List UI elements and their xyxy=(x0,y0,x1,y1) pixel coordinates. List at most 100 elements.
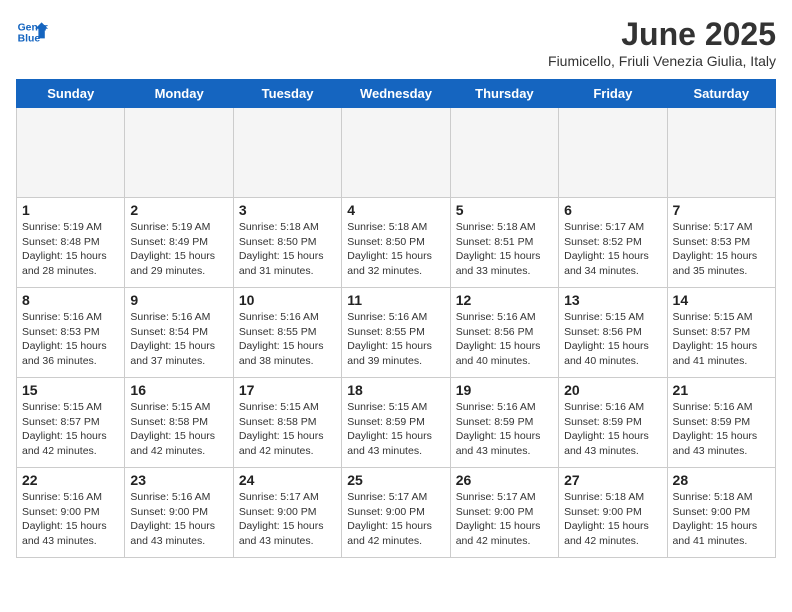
day-number: 19 xyxy=(456,382,553,398)
day-info: Sunrise: 5:17 AMSunset: 8:52 PMDaylight:… xyxy=(564,220,661,279)
day-info: Sunrise: 5:16 AMSunset: 8:56 PMDaylight:… xyxy=(456,310,553,369)
day-number: 23 xyxy=(130,472,227,488)
day-number: 7 xyxy=(673,202,770,218)
day-info: Sunrise: 5:16 AMSunset: 8:59 PMDaylight:… xyxy=(456,400,553,459)
col-wednesday: Wednesday xyxy=(342,80,450,108)
table-cell: 27 Sunrise: 5:18 AMSunset: 9:00 PMDayligh… xyxy=(559,468,667,558)
table-cell: 7 Sunrise: 5:17 AMSunset: 8:53 PMDaylight… xyxy=(667,198,775,288)
table-cell: 1 Sunrise: 5:19 AMSunset: 8:48 PMDaylight… xyxy=(17,198,125,288)
day-info: Sunrise: 5:18 AMSunset: 8:51 PMDaylight:… xyxy=(456,220,553,279)
logo-icon: General Blue xyxy=(16,16,48,48)
table-cell xyxy=(125,108,233,198)
day-info: Sunrise: 5:19 AMSunset: 8:49 PMDaylight:… xyxy=(130,220,227,279)
table-cell: 6 Sunrise: 5:17 AMSunset: 8:52 PMDaylight… xyxy=(559,198,667,288)
table-cell: 21Sunrise: 5:16 AMSunset: 8:59 PMDayligh… xyxy=(667,378,775,468)
day-number: 15 xyxy=(22,382,119,398)
table-cell: 17 Sunrise: 5:15 AMSunset: 8:58 PMDayligh… xyxy=(233,378,341,468)
calendar-header-row: Sunday Monday Tuesday Wednesday Thursday… xyxy=(17,80,776,108)
col-thursday: Thursday xyxy=(450,80,558,108)
day-number: 12 xyxy=(456,292,553,308)
table-cell: 26Sunrise: 5:17 AMSunset: 9:00 PMDayligh… xyxy=(450,468,558,558)
table-cell: 11Sunrise: 5:16 AMSunset: 8:55 PMDayligh… xyxy=(342,288,450,378)
table-cell xyxy=(233,108,341,198)
day-info: Sunrise: 5:17 AMSunset: 9:00 PMDaylight:… xyxy=(239,490,336,549)
day-info: Sunrise: 5:16 AMSunset: 8:55 PMDaylight:… xyxy=(239,310,336,369)
week-row-4: 15 Sunrise: 5:15 AMSunset: 8:57 PMDayligh… xyxy=(17,378,776,468)
table-cell: 14 Sunrise: 5:15 AMSunset: 8:57 PMDayligh… xyxy=(667,288,775,378)
day-number: 20 xyxy=(564,382,661,398)
day-info: Sunrise: 5:15 AMSunset: 8:57 PMDaylight:… xyxy=(673,310,770,369)
table-cell: 20 Sunrise: 5:16 AMSunset: 8:59 PMDayligh… xyxy=(559,378,667,468)
logo: General Blue xyxy=(16,16,48,48)
table-cell xyxy=(17,108,125,198)
day-info: Sunrise: 5:15 AMSunset: 8:56 PMDaylight:… xyxy=(564,310,661,369)
day-info: Sunrise: 5:16 AMSunset: 8:59 PMDaylight:… xyxy=(564,400,661,459)
day-info: Sunrise: 5:17 AMSunset: 8:53 PMDaylight:… xyxy=(673,220,770,279)
table-cell: 23 Sunrise: 5:16 AMSunset: 9:00 PMDayligh… xyxy=(125,468,233,558)
day-number: 24 xyxy=(239,472,336,488)
calendar: Sunday Monday Tuesday Wednesday Thursday… xyxy=(16,79,776,558)
col-monday: Monday xyxy=(125,80,233,108)
week-row-5: 22 Sunrise: 5:16 AMSunset: 9:00 PMDayligh… xyxy=(17,468,776,558)
table-cell xyxy=(559,108,667,198)
day-number: 13 xyxy=(564,292,661,308)
day-number: 11 xyxy=(347,292,444,308)
col-saturday: Saturday xyxy=(667,80,775,108)
table-cell: 13 Sunrise: 5:15 AMSunset: 8:56 PMDayligh… xyxy=(559,288,667,378)
day-number: 27 xyxy=(564,472,661,488)
table-cell: 22Sunrise: 5:16 AMSunset: 9:00 PMDayligh… xyxy=(17,468,125,558)
day-number: 17 xyxy=(239,382,336,398)
day-number: 2 xyxy=(130,202,227,218)
day-info: Sunrise: 5:17 AMSunset: 9:00 PMDaylight:… xyxy=(347,490,444,549)
location: Fiumicello, Friuli Venezia Giulia, Italy xyxy=(548,53,776,69)
day-number: 16 xyxy=(130,382,227,398)
table-cell: 12 Sunrise: 5:16 AMSunset: 8:56 PMDayligh… xyxy=(450,288,558,378)
table-cell: 15 Sunrise: 5:15 AMSunset: 8:57 PMDayligh… xyxy=(17,378,125,468)
week-row-2: 1 Sunrise: 5:19 AMSunset: 8:48 PMDaylight… xyxy=(17,198,776,288)
day-number: 3 xyxy=(239,202,336,218)
day-number: 10 xyxy=(239,292,336,308)
day-number: 5 xyxy=(456,202,553,218)
day-number: 8 xyxy=(22,292,119,308)
day-number: 6 xyxy=(564,202,661,218)
col-tuesday: Tuesday xyxy=(233,80,341,108)
day-info: Sunrise: 5:19 AMSunset: 8:48 PMDaylight:… xyxy=(22,220,119,279)
table-cell: 9 Sunrise: 5:16 AMSunset: 8:54 PMDaylight… xyxy=(125,288,233,378)
page-header: General Blue June 2025 Fiumicello, Friul… xyxy=(16,16,776,69)
day-number: 25 xyxy=(347,472,444,488)
day-number: 22 xyxy=(22,472,119,488)
col-friday: Friday xyxy=(559,80,667,108)
table-cell: 8Sunrise: 5:16 AMSunset: 8:53 PMDaylight… xyxy=(17,288,125,378)
table-cell: 19 Sunrise: 5:16 AMSunset: 8:59 PMDayligh… xyxy=(450,378,558,468)
day-number: 14 xyxy=(673,292,770,308)
day-info: Sunrise: 5:16 AMSunset: 9:00 PMDaylight:… xyxy=(130,490,227,549)
day-number: 26 xyxy=(456,472,553,488)
col-sunday: Sunday xyxy=(17,80,125,108)
table-cell xyxy=(342,108,450,198)
day-number: 4 xyxy=(347,202,444,218)
day-number: 1 xyxy=(22,202,119,218)
table-cell xyxy=(450,108,558,198)
day-info: Sunrise: 5:15 AMSunset: 8:58 PMDaylight:… xyxy=(239,400,336,459)
week-row-3: 8Sunrise: 5:16 AMSunset: 8:53 PMDaylight… xyxy=(17,288,776,378)
day-info: Sunrise: 5:18 AMSunset: 8:50 PMDaylight:… xyxy=(347,220,444,279)
day-info: Sunrise: 5:15 AMSunset: 8:57 PMDaylight:… xyxy=(22,400,119,459)
day-info: Sunrise: 5:18 AMSunset: 9:00 PMDaylight:… xyxy=(673,490,770,549)
day-info: Sunrise: 5:18 AMSunset: 9:00 PMDaylight:… xyxy=(564,490,661,549)
table-cell: 4 Sunrise: 5:18 AMSunset: 8:50 PMDaylight… xyxy=(342,198,450,288)
day-number: 28 xyxy=(673,472,770,488)
table-cell: 28 Sunrise: 5:18 AMSunset: 9:00 PMDayligh… xyxy=(667,468,775,558)
day-info: Sunrise: 5:15 AMSunset: 8:58 PMDaylight:… xyxy=(130,400,227,459)
table-cell: 25 Sunrise: 5:17 AMSunset: 9:00 PMDayligh… xyxy=(342,468,450,558)
table-cell: 16 Sunrise: 5:15 AMSunset: 8:58 PMDayligh… xyxy=(125,378,233,468)
day-info: Sunrise: 5:16 AMSunset: 8:59 PMDaylight:… xyxy=(673,400,770,459)
day-info: Sunrise: 5:16 AMSunset: 8:54 PMDaylight:… xyxy=(130,310,227,369)
table-cell xyxy=(667,108,775,198)
table-cell: 3 Sunrise: 5:18 AMSunset: 8:50 PMDaylight… xyxy=(233,198,341,288)
day-number: 9 xyxy=(130,292,227,308)
day-info: Sunrise: 5:15 AMSunset: 8:59 PMDaylight:… xyxy=(347,400,444,459)
table-cell: 2 Sunrise: 5:19 AMSunset: 8:49 PMDaylight… xyxy=(125,198,233,288)
table-cell: 18Sunrise: 5:15 AMSunset: 8:59 PMDayligh… xyxy=(342,378,450,468)
day-info: Sunrise: 5:18 AMSunset: 8:50 PMDaylight:… xyxy=(239,220,336,279)
week-row-1 xyxy=(17,108,776,198)
